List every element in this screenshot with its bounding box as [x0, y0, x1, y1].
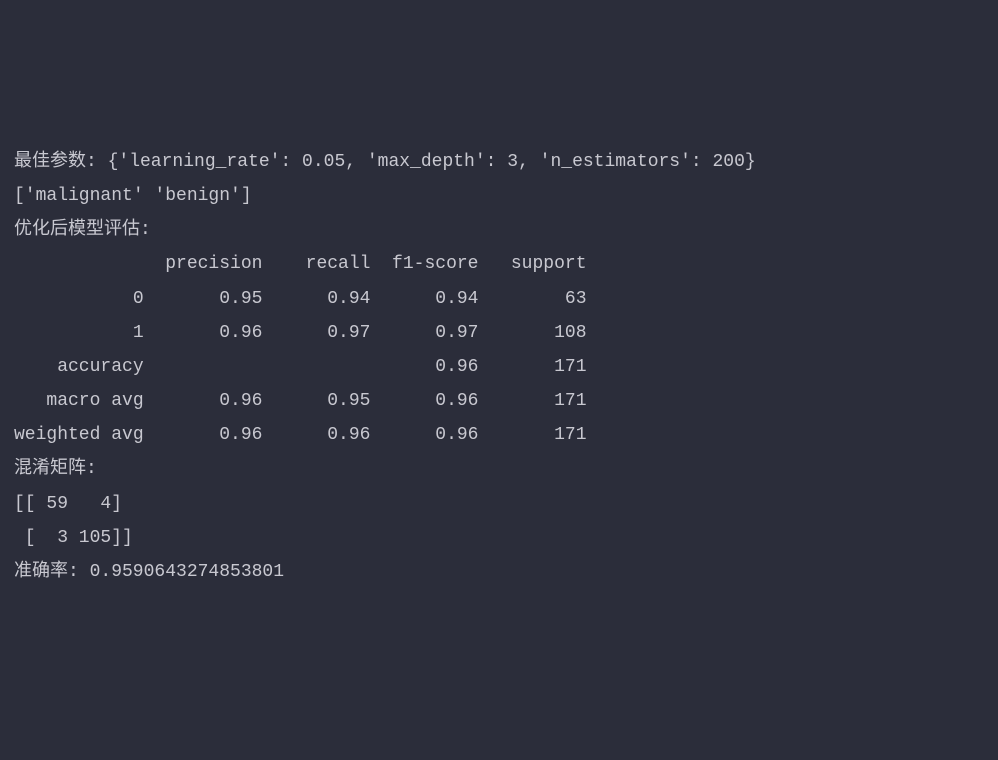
macro-avg-row: macro avg 0.96 0.95 0.96 171: [14, 384, 984, 418]
classes-line: ['malignant' 'benign']: [14, 179, 984, 213]
best-params-line: 最佳参数: {'learning_rate': 0.05, 'max_depth…: [14, 145, 984, 179]
confusion-matrix-header: 混淆矩阵:: [14, 452, 984, 486]
eval-header-line: 优化后模型评估:: [14, 213, 984, 247]
weighted-avg-row: weighted avg 0.96 0.96 0.96 171: [14, 418, 984, 452]
report-header-line: precision recall f1-score support: [14, 247, 984, 281]
class-1-row: 1 0.96 0.97 0.97 108: [14, 316, 984, 350]
accuracy-row: accuracy 0.96 171: [14, 350, 984, 384]
confusion-matrix-row-2: [ 3 105]]: [14, 521, 984, 555]
accuracy-score-line: 准确率: 0.9590643274853801: [14, 555, 984, 589]
confusion-matrix-row-1: [[ 59 4]: [14, 487, 984, 521]
class-0-row: 0 0.95 0.94 0.94 63: [14, 282, 984, 316]
